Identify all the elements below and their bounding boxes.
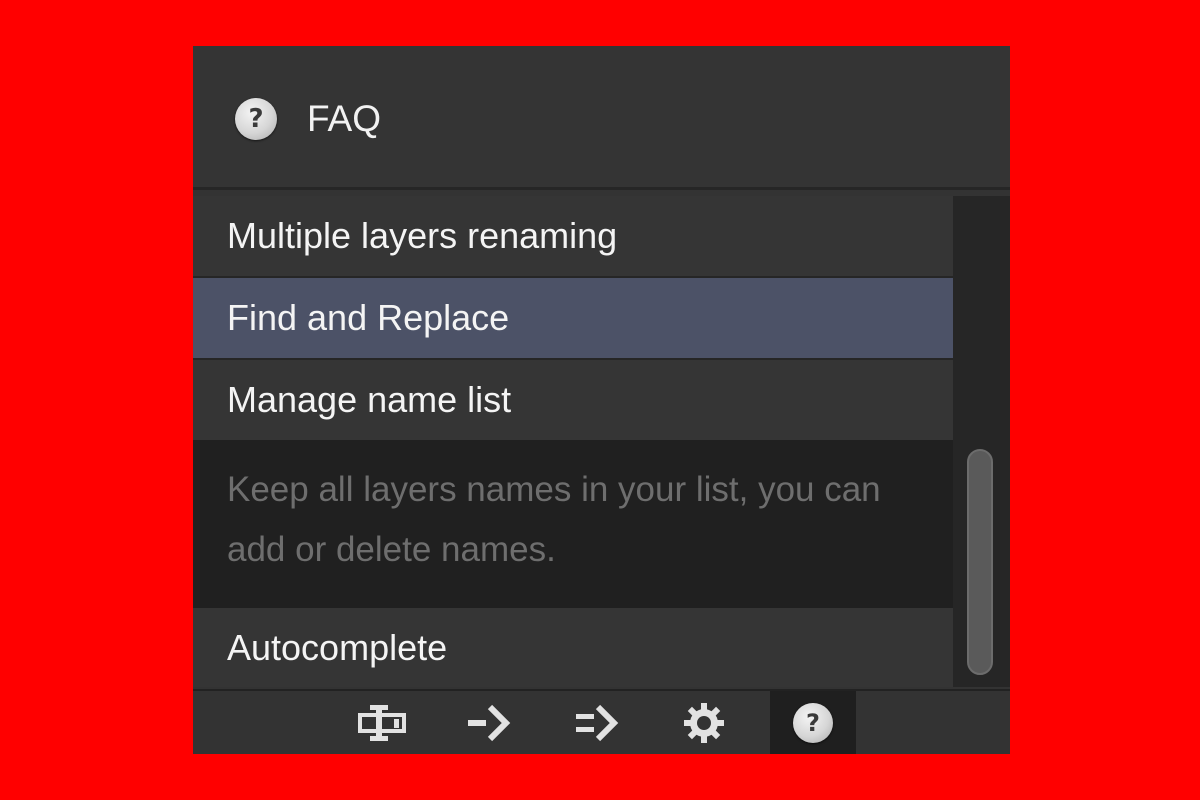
apply-button[interactable] (447, 691, 533, 754)
help-button[interactable]: ? (770, 691, 856, 754)
bottom-toolbar: ? (193, 689, 1010, 754)
faq-item-autocomplete[interactable]: Autocomplete (193, 608, 953, 687)
faq-list: Multiple layers renaming Find and Replac… (193, 196, 953, 687)
faq-item-label: Find and Replace (227, 297, 510, 338)
faq-item-label: Autocomplete (227, 627, 448, 668)
panel-header: ? FAQ (193, 46, 1010, 190)
help-icon: ? (235, 98, 277, 140)
multi-arrow-right-icon (576, 704, 619, 741)
gear-icon (684, 702, 724, 743)
faq-item-label: Multiple layers renaming (227, 215, 618, 256)
faq-item-label: Manage name list (227, 379, 512, 420)
faq-panel: ? FAQ Multiple layers renaming Find and … (193, 46, 1010, 754)
page-title: FAQ (307, 98, 382, 139)
settings-button[interactable] (661, 691, 747, 754)
help-icon: ? (793, 702, 833, 743)
apply-all-button[interactable] (555, 691, 641, 754)
faq-item-manage-name-list[interactable]: Manage name list (193, 360, 953, 440)
arrow-right-icon (468, 704, 511, 741)
rename-button[interactable] (339, 691, 425, 754)
faq-item-description: Keep all layers names in your list, you … (193, 440, 953, 608)
faq-item-find-and-replace[interactable]: Find and Replace (193, 278, 953, 360)
scrollbar-track[interactable] (953, 196, 1010, 687)
scrollbar-thumb[interactable] (967, 449, 993, 675)
faq-item-multiple-layers-renaming[interactable]: Multiple layers renaming (193, 196, 953, 278)
rename-icon (358, 704, 406, 741)
